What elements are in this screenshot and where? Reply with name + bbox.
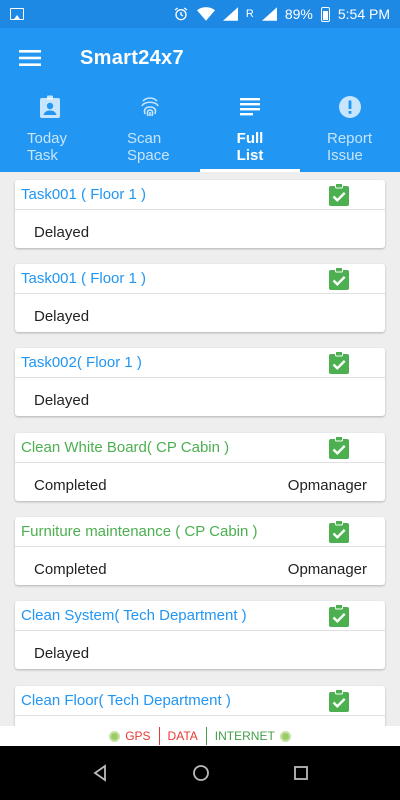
assignment-turned-in-icon	[329, 267, 349, 290]
assignment-turned-in-icon	[329, 604, 349, 627]
task-list[interactable]: Task001 ( Floor 1 ) Delayed Task001 ( Fl…	[0, 172, 400, 726]
home-icon[interactable]	[192, 764, 210, 782]
assignment-turned-in-icon	[329, 520, 349, 543]
task-card[interactable]: Clean System( Tech Department ) Delayed	[15, 601, 385, 669]
status-bar: R 89% 5:54 PM	[0, 0, 400, 28]
data-indicator: DATA	[158, 727, 206, 745]
battery-percent: 89%	[284, 6, 313, 22]
internet-indicator: INTERNET	[205, 727, 299, 745]
task-assignee: Opmanager	[287, 561, 367, 578]
tab-label: Full List	[236, 130, 264, 164]
assignment-turned-in-icon	[329, 351, 349, 374]
gps-indicator: GPS	[101, 727, 158, 745]
connectivity-footer: GPS DATA INTERNET	[0, 726, 400, 746]
recents-icon[interactable]	[293, 765, 309, 781]
assignment-turned-in-icon	[329, 689, 349, 712]
task-title: Task001 ( Floor 1 )	[21, 270, 147, 287]
tab-full-list[interactable]: Full List	[200, 88, 300, 172]
task-card[interactable]: Task002( Floor 1 ) Delayed	[15, 348, 385, 416]
list-icon	[240, 98, 260, 116]
gps-status-dot	[109, 730, 121, 742]
task-card[interactable]: Furniture maintenance ( CP Cabin ) Compl…	[15, 517, 385, 585]
task-status: Delayed	[34, 224, 90, 241]
task-title: Furniture maintenance ( CP Cabin )	[21, 523, 258, 540]
task-card[interactable]: Clean White Board( CP Cabin ) Completed …	[15, 433, 385, 501]
clock: 5:54 PM	[337, 6, 390, 22]
assignment-turned-in-icon	[329, 436, 349, 459]
fingerprint-icon	[141, 97, 159, 117]
assignment-turned-in-icon	[329, 183, 349, 206]
error-icon	[339, 96, 361, 118]
app-title: Smart24x7	[80, 46, 184, 69]
task-title: Clean Floor( Tech Department )	[21, 692, 231, 709]
task-title: Task002( Floor 1 )	[21, 354, 142, 371]
tab-label: Scan Space	[127, 130, 170, 164]
task-status: Delayed	[34, 392, 90, 409]
task-status: Delayed	[34, 645, 90, 662]
tab-bar: Today Task Scan Space Full List Report I…	[0, 88, 400, 172]
signal-icon	[222, 7, 238, 21]
internet-label: INTERNET	[214, 729, 275, 743]
task-status: Completed	[34, 561, 107, 578]
tab-label: Report Issue	[327, 130, 373, 164]
signal-icon-2	[261, 7, 277, 21]
task-assignee: Opmanager	[287, 477, 367, 494]
tab-report-issue[interactable]: Report Issue	[300, 88, 400, 172]
task-title: Clean System( Tech Department )	[21, 607, 247, 624]
task-title: Task001 ( Floor 1 )	[21, 186, 147, 203]
tab-scan-space[interactable]: Scan Space	[100, 88, 200, 172]
menu-icon[interactable]	[0, 28, 60, 88]
app-bar: Smart24x7	[0, 28, 400, 88]
image-notification-icon	[10, 8, 24, 20]
tab-label: Today Task	[27, 130, 68, 164]
gps-label: GPS	[125, 729, 151, 743]
back-icon[interactable]	[91, 764, 109, 782]
task-card[interactable]: Task001 ( Floor 1 ) Delayed	[15, 264, 385, 332]
task-title: Clean White Board( CP Cabin )	[21, 439, 230, 456]
network-label: R	[245, 8, 254, 20]
task-status: Delayed	[34, 308, 90, 325]
task-status: Completed	[34, 477, 107, 494]
internet-status-dot	[279, 730, 291, 742]
task-card[interactable]: Task001 ( Floor 1 ) Delayed	[15, 180, 385, 248]
battery-icon	[320, 6, 330, 22]
system-nav-bar	[0, 746, 400, 800]
wifi-icon	[196, 7, 215, 21]
alarm-icon	[174, 7, 188, 21]
tab-today-task[interactable]: Today Task	[0, 88, 100, 172]
data-label: DATA	[167, 729, 198, 743]
task-card[interactable]: Clean Floor( Tech Department )	[15, 686, 385, 726]
assignment-ind-icon	[40, 95, 60, 118]
